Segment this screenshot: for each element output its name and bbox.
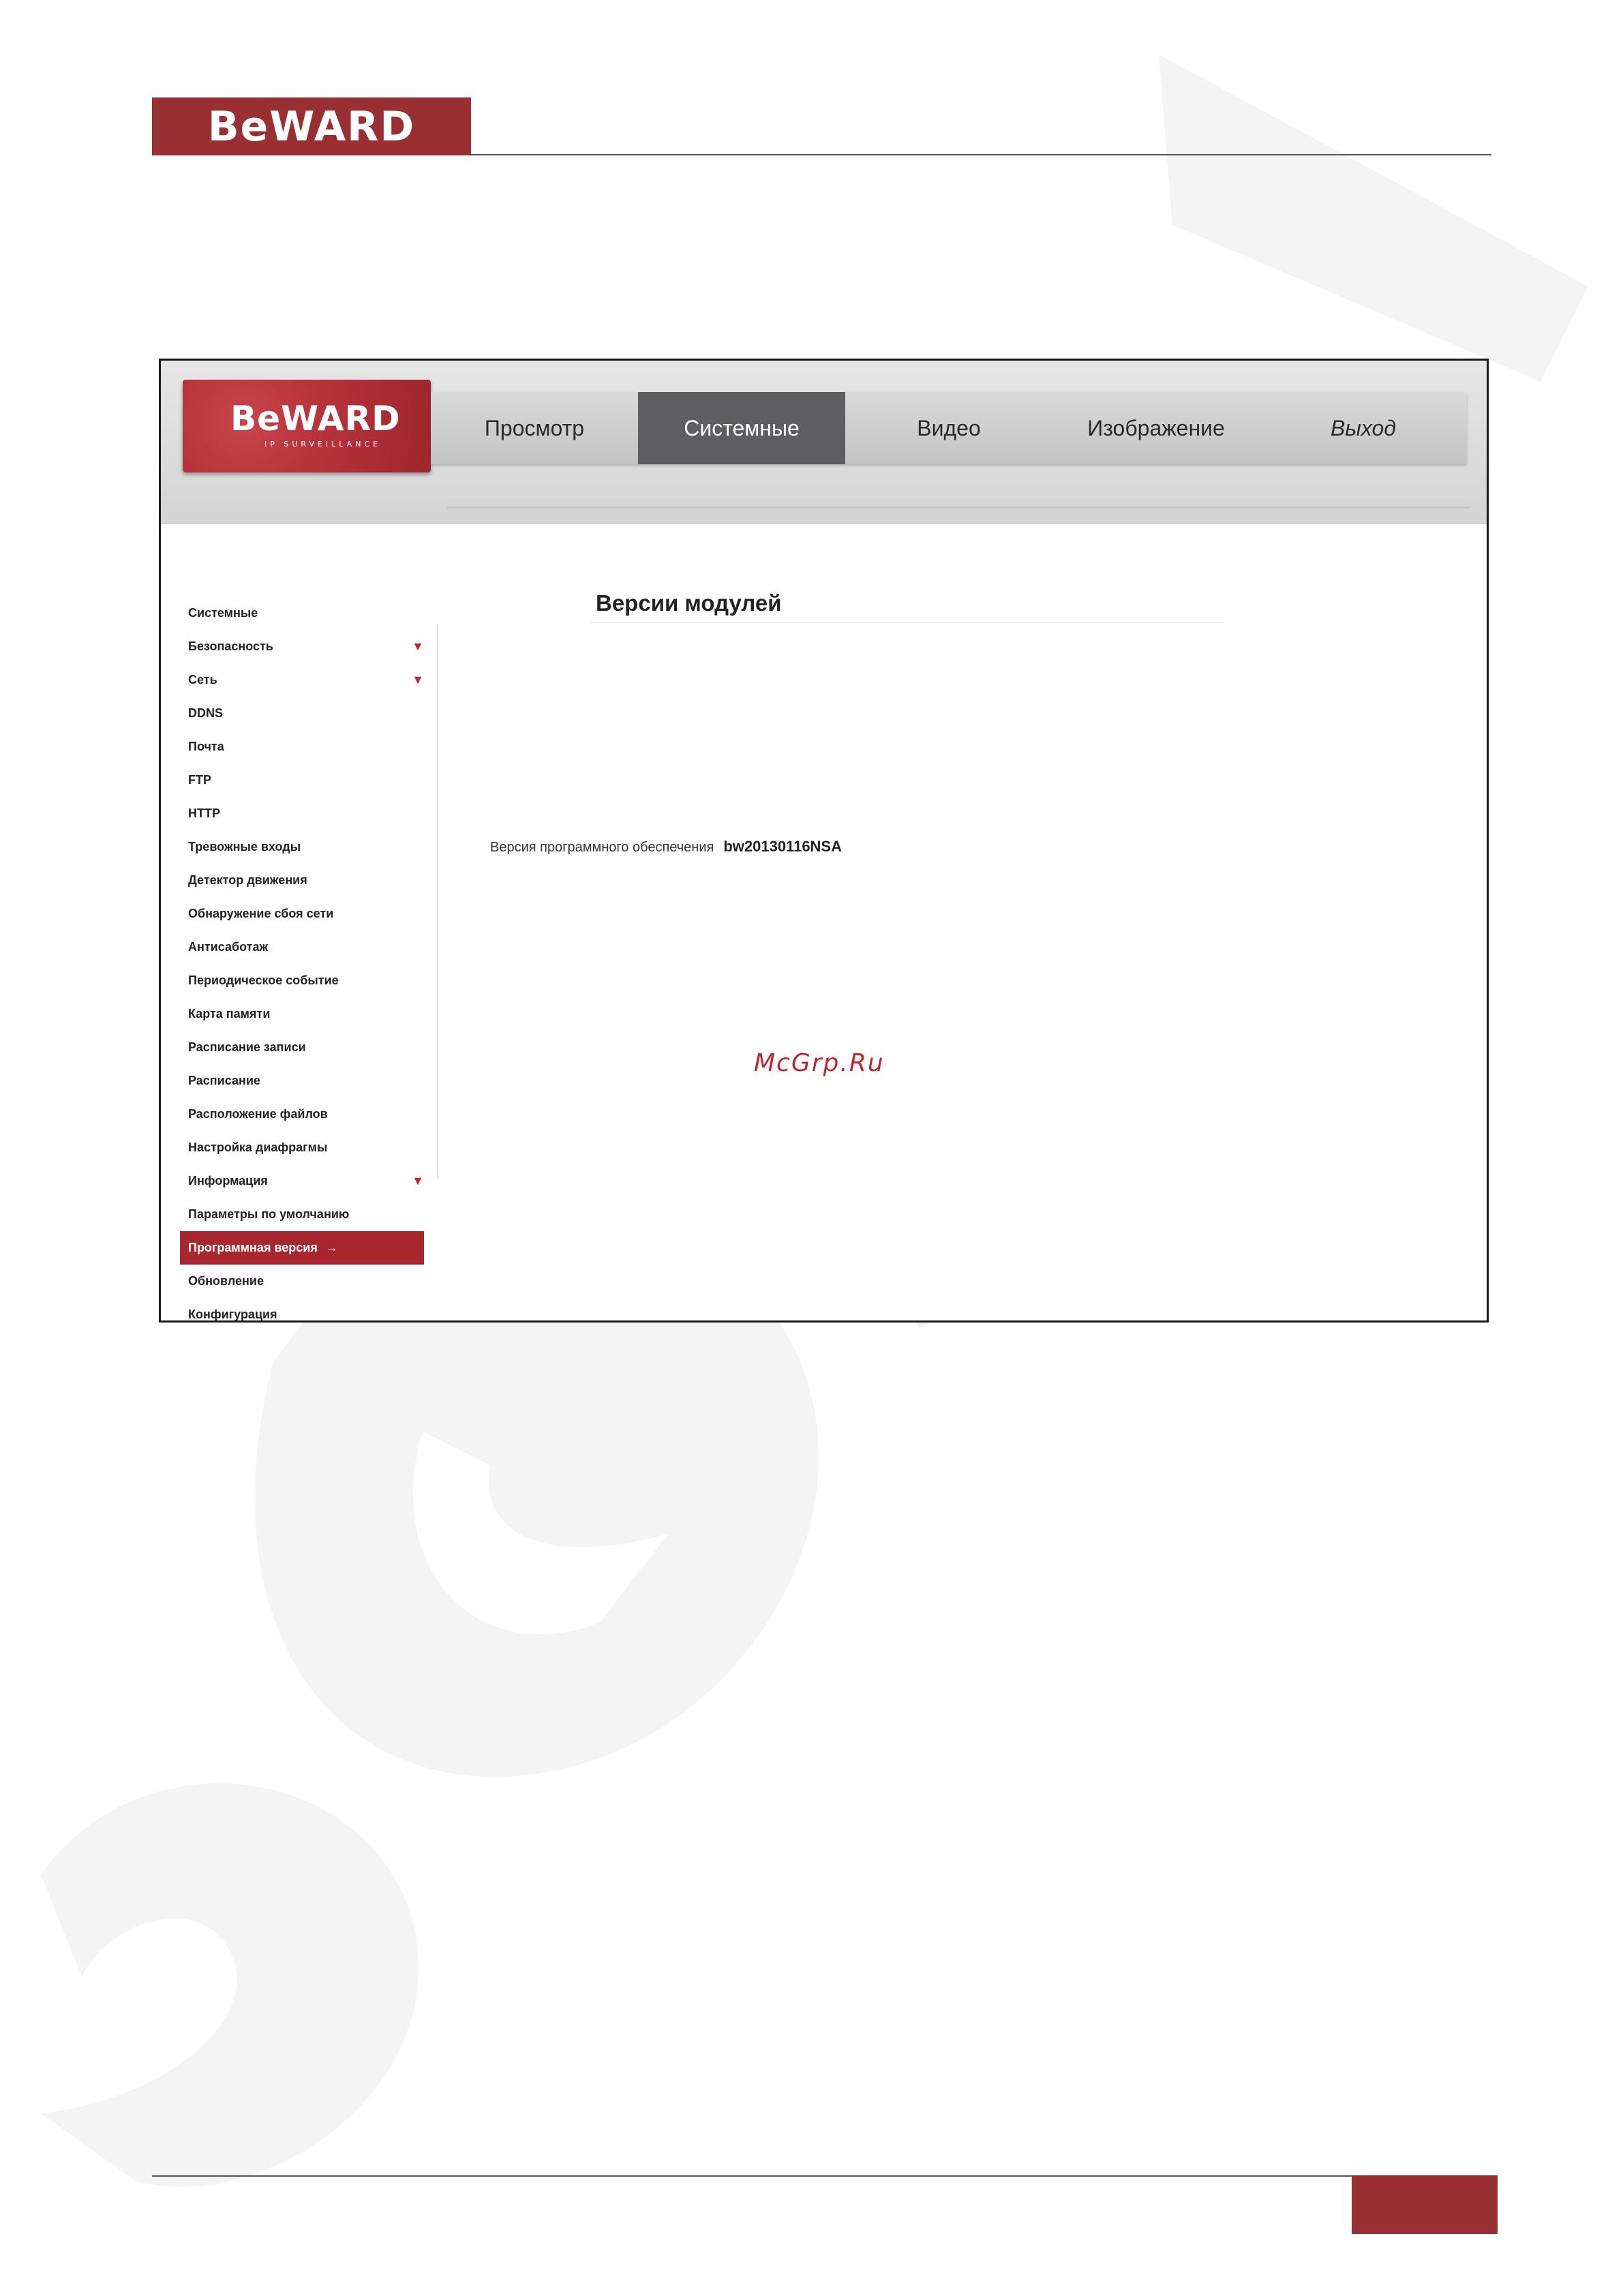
sidebar-item-label: Системные [188, 606, 258, 620]
nav-system[interactable]: Системные [638, 392, 845, 464]
sidebar-menu: Системные Безопасность ▼ Сеть ▼ DDNS Почта… [180, 596, 446, 1321]
top-bar: BeWARD IP SURVEILLANCE Просмотр Системны… [161, 361, 1487, 524]
sidebar-item-label: Детектор движения [188, 873, 307, 887]
sidebar-item-label: Информация [188, 1174, 268, 1188]
nav-image[interactable]: Изображение [1052, 392, 1260, 464]
camera-web-ui-screenshot: BeWARD IP SURVEILLANCE Просмотр Системны… [159, 359, 1489, 1323]
sidebar-item-security[interactable]: Безопасность ▼ [180, 630, 424, 663]
sidebar-item-label: Настройка диафрагмы [188, 1141, 328, 1154]
sidebar-item-label: HTTP [188, 806, 220, 820]
sidebar-item-alarm-inputs[interactable]: Тревожные входы [180, 830, 424, 864]
triangle-down-icon[interactable]: ▼ [412, 663, 424, 697]
sidebar-item-network-failure[interactable]: Обнаружение сбоя сети [180, 897, 424, 931]
footer-page-block [1352, 2175, 1498, 2234]
sidebar-item-label: Программная версия [188, 1241, 318, 1254]
sidebar-item-tamper[interactable]: Антисаботаж [180, 931, 424, 964]
header-rule [471, 154, 1491, 155]
firmware-version-row: Версия программного обеспечения bw2013011… [490, 838, 842, 856]
top-bar-divider [447, 507, 1470, 509]
app-logo-tagline: IP SURVEILLANCE [264, 440, 382, 449]
sidebar-item-label: DDNS [188, 706, 224, 720]
sidebar-item-information[interactable]: Информация ▼ [180, 1164, 424, 1198]
page-logo: BeWARD [152, 97, 471, 155]
sidebar-item-label: Параметры по умолчанию [188, 1207, 350, 1221]
sidebar-item-label: Тревожные входы [188, 840, 301, 854]
app-logo: BeWARD IP SURVEILLANCE [183, 380, 431, 472]
triangle-down-icon[interactable]: ▼ [412, 630, 424, 663]
sidebar-item-periodic-event[interactable]: Периодическое событие [180, 964, 424, 997]
sidebar-item-label: Обнаружение сбоя сети [188, 907, 334, 920]
site-watermark-text: McGrp.Ru [754, 1049, 885, 1077]
sidebar-item-label: Сеть [188, 673, 217, 686]
nav-video[interactable]: Видео [845, 392, 1052, 464]
sidebar-item-label: Карта памяти [188, 1007, 271, 1021]
triangle-down-icon[interactable]: ▼ [412, 1164, 424, 1198]
sidebar-item-label: Антисаботаж [188, 940, 269, 954]
sidebar-item-iris-settings[interactable]: Настройка диафрагмы [180, 1131, 424, 1164]
sidebar-item-update[interactable]: Обновление [180, 1265, 424, 1298]
sidebar-item-label: Почта [188, 740, 224, 753]
sidebar-item-label: Обновление [188, 1274, 264, 1288]
sidebar-divider [437, 624, 438, 1179]
sidebar-item-file-location[interactable]: Расположение файлов [180, 1098, 424, 1131]
section-title: Версии модулей [596, 590, 782, 616]
sidebar-item-label: Расположение файлов [188, 1107, 328, 1121]
sidebar-item-ftp[interactable]: FTP [180, 764, 424, 797]
sidebar-item-motion-detector[interactable]: Детектор движения [180, 864, 424, 897]
sidebar-item-memory-card[interactable]: Карта памяти [180, 997, 424, 1031]
firmware-version-label: Версия программного обеспечения [490, 840, 714, 855]
nav-view[interactable]: Просмотр [431, 392, 638, 464]
sidebar-item-configuration[interactable]: Конфигурация [180, 1298, 424, 1321]
section-title-underline [589, 622, 1223, 623]
page-logo-text: BeWARD [207, 102, 416, 151]
sidebar-item-record-schedule[interactable]: Расписание записи [180, 1031, 424, 1064]
main-nav: Просмотр Системные Видео Изображение Вых… [431, 392, 1467, 464]
sidebar-item-label: Расписание записи [188, 1040, 306, 1054]
nav-logout[interactable]: Выход [1260, 392, 1467, 464]
sidebar-item-ddns[interactable]: DDNS [180, 697, 424, 730]
sidebar-item-label: Конфигурация [188, 1308, 277, 1321]
sidebar-item-label: Расписание [188, 1074, 260, 1087]
sidebar-item-firmware-version[interactable]: Программная версия → [180, 1231, 424, 1265]
firmware-version-value: bw20130116NSA [723, 838, 842, 855]
sidebar-item-label: FTP [188, 773, 211, 787]
footer-rule [152, 2175, 1352, 2177]
sidebar-item-system[interactable]: Системные [180, 596, 424, 630]
sidebar-item-label: Периодическое событие [188, 973, 339, 987]
sidebar-item-http[interactable]: HTTP [180, 797, 424, 830]
sidebar-item-defaults[interactable]: Параметры по умолчанию [180, 1198, 424, 1231]
arrow-right-icon: → [325, 1241, 338, 1254]
sidebar-item-mail[interactable]: Почта [180, 730, 424, 764]
sidebar-item-schedule[interactable]: Расписание [180, 1064, 424, 1098]
sidebar-item-network[interactable]: Сеть ▼ [180, 663, 424, 697]
app-logo-brand: BeWARD [230, 399, 401, 438]
sidebar-item-label: Безопасность [188, 639, 273, 653]
